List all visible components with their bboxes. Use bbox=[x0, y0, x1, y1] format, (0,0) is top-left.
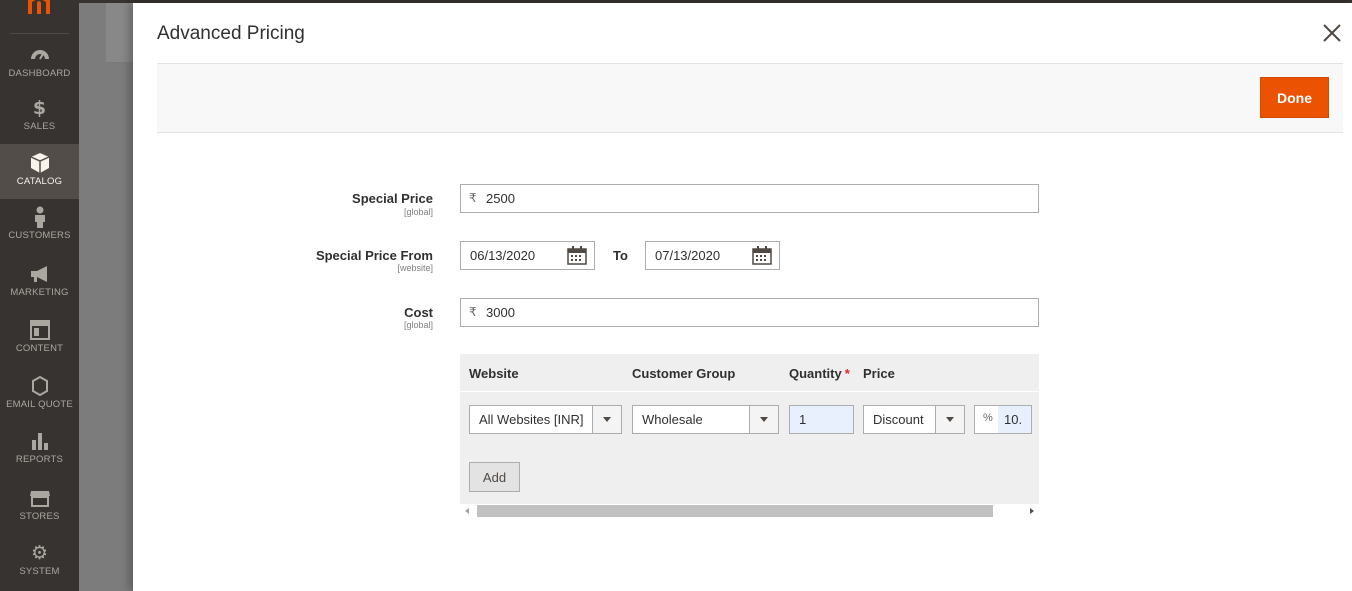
quantity-value: 1 bbox=[799, 412, 807, 427]
nav-stores[interactable]: STORES bbox=[0, 487, 79, 542]
special-price-from-date[interactable]: 06/13/2020 bbox=[460, 241, 595, 270]
scroll-right-icon[interactable] bbox=[1030, 508, 1034, 514]
box-icon bbox=[30, 153, 49, 173]
special-price-input[interactable]: ₹ 2500 bbox=[460, 184, 1039, 213]
chevron-down-icon[interactable] bbox=[749, 406, 778, 433]
advanced-pricing-modal: Advanced Pricing Done Special Price [glo… bbox=[133, 3, 1352, 591]
cost-value: 3000 bbox=[486, 305, 515, 320]
nav-catalog[interactable]: CATALOG bbox=[0, 144, 79, 199]
special-price-scope: [global] bbox=[403, 207, 433, 217]
nav-reports[interactable]: REPORTS bbox=[0, 430, 79, 485]
nav-email-quote[interactable]: EMAIL QUOTE bbox=[0, 375, 79, 430]
modal-title: Advanced Pricing bbox=[157, 23, 305, 44]
nav-system[interactable]: ⚙ SYSTEM bbox=[0, 542, 79, 591]
horizontal-scrollbar[interactable] bbox=[460, 504, 1039, 518]
cost-scope: [global] bbox=[403, 320, 433, 330]
customer-group-value: Wholesale bbox=[642, 412, 703, 427]
scroll-left-icon[interactable] bbox=[465, 508, 469, 514]
storefront-icon bbox=[29, 491, 50, 507]
quantity-input[interactable]: 1 bbox=[789, 405, 854, 434]
bar-chart-icon bbox=[31, 433, 48, 450]
column-header-website: Website bbox=[469, 366, 519, 381]
megaphone-icon bbox=[30, 266, 47, 282]
percent-symbol: % bbox=[983, 412, 993, 424]
admin-sidebar: DASHBOARD $ SALES CATALOG CUSTOMERS MARK… bbox=[0, 0, 1352, 591]
nav-label: CATALOG bbox=[16, 176, 63, 187]
currency-symbol: ₹ bbox=[469, 305, 477, 319]
required-marker: * bbox=[844, 366, 850, 381]
done-button[interactable]: Done bbox=[1260, 77, 1329, 118]
price-type-select[interactable]: Discount bbox=[863, 405, 965, 434]
special-price-to-date[interactable]: 07/13/2020 bbox=[645, 241, 780, 270]
nav-label: STORES bbox=[19, 511, 60, 522]
dashboard-gauge-icon bbox=[30, 50, 49, 60]
nav-label: EMAIL QUOTE bbox=[6, 399, 73, 410]
website-select-value: All Websites [INR] bbox=[479, 412, 584, 427]
chevron-down-icon[interactable] bbox=[935, 406, 964, 433]
magento-logo-icon[interactable] bbox=[27, 0, 51, 14]
nav-customers[interactable]: CUSTOMERS bbox=[0, 206, 79, 261]
nav-label: CUSTOMERS bbox=[8, 230, 71, 241]
hexagon-icon bbox=[31, 375, 48, 397]
price-percent-input[interactable]: % 10. bbox=[974, 405, 1032, 434]
cost-label: Cost bbox=[404, 305, 433, 320]
to-date-value: 07/13/2020 bbox=[655, 248, 721, 263]
currency-symbol: ₹ bbox=[469, 191, 477, 205]
nav-label: SALES bbox=[23, 121, 56, 132]
price-value: 10. bbox=[998, 406, 1031, 433]
from-date-value: 06/13/2020 bbox=[470, 248, 536, 263]
price-type-value: Discount bbox=[873, 412, 924, 427]
scrollbar-thumb[interactable] bbox=[477, 505, 993, 517]
special-price-label: Special Price bbox=[352, 191, 433, 206]
close-icon[interactable] bbox=[1320, 21, 1344, 45]
modal-action-bar bbox=[157, 63, 1343, 133]
nav-marketing[interactable]: MARKETING bbox=[0, 263, 79, 318]
customer-group-select[interactable]: Wholesale bbox=[632, 405, 779, 434]
calendar-icon[interactable] bbox=[752, 246, 772, 265]
nav-label: SYSTEM bbox=[19, 566, 60, 577]
tier-price-grid: Website Customer Group Quantity * Price A… bbox=[460, 354, 1039, 518]
column-header-customer-group: Customer Group bbox=[632, 366, 736, 381]
nav-label: CONTENT bbox=[15, 343, 64, 354]
logo-divider bbox=[10, 33, 69, 34]
gear-icon: ⚙ bbox=[30, 542, 49, 564]
quantity-header-text: Quantity bbox=[789, 366, 842, 381]
dollar-icon: $ bbox=[32, 97, 47, 119]
column-header-price: Price bbox=[863, 366, 895, 381]
nav-content[interactable]: CONTENT bbox=[0, 319, 79, 374]
column-header-quantity: Quantity * bbox=[789, 366, 850, 381]
special-price-from-label: Special Price From bbox=[315, 248, 433, 263]
layout-icon bbox=[29, 320, 50, 340]
to-label: To bbox=[613, 248, 628, 263]
website-select[interactable]: All Websites [INR] bbox=[469, 405, 622, 434]
nav-label: DASHBOARD bbox=[8, 68, 71, 79]
special-price-from-scope: [website] bbox=[397, 263, 433, 273]
nav-label: REPORTS bbox=[15, 454, 64, 465]
cost-input[interactable]: ₹ 3000 bbox=[460, 298, 1039, 327]
calendar-icon[interactable] bbox=[567, 246, 587, 265]
chevron-down-icon[interactable] bbox=[592, 406, 621, 433]
person-icon bbox=[34, 206, 45, 228]
add-tier-price-button[interactable]: Add bbox=[469, 462, 520, 492]
grid-header-row: Website Customer Group Quantity * Price bbox=[460, 354, 1039, 392]
special-price-value: 2500 bbox=[486, 191, 515, 206]
nav-dashboard[interactable]: DASHBOARD bbox=[0, 44, 79, 99]
nav-label: MARKETING bbox=[10, 287, 69, 298]
